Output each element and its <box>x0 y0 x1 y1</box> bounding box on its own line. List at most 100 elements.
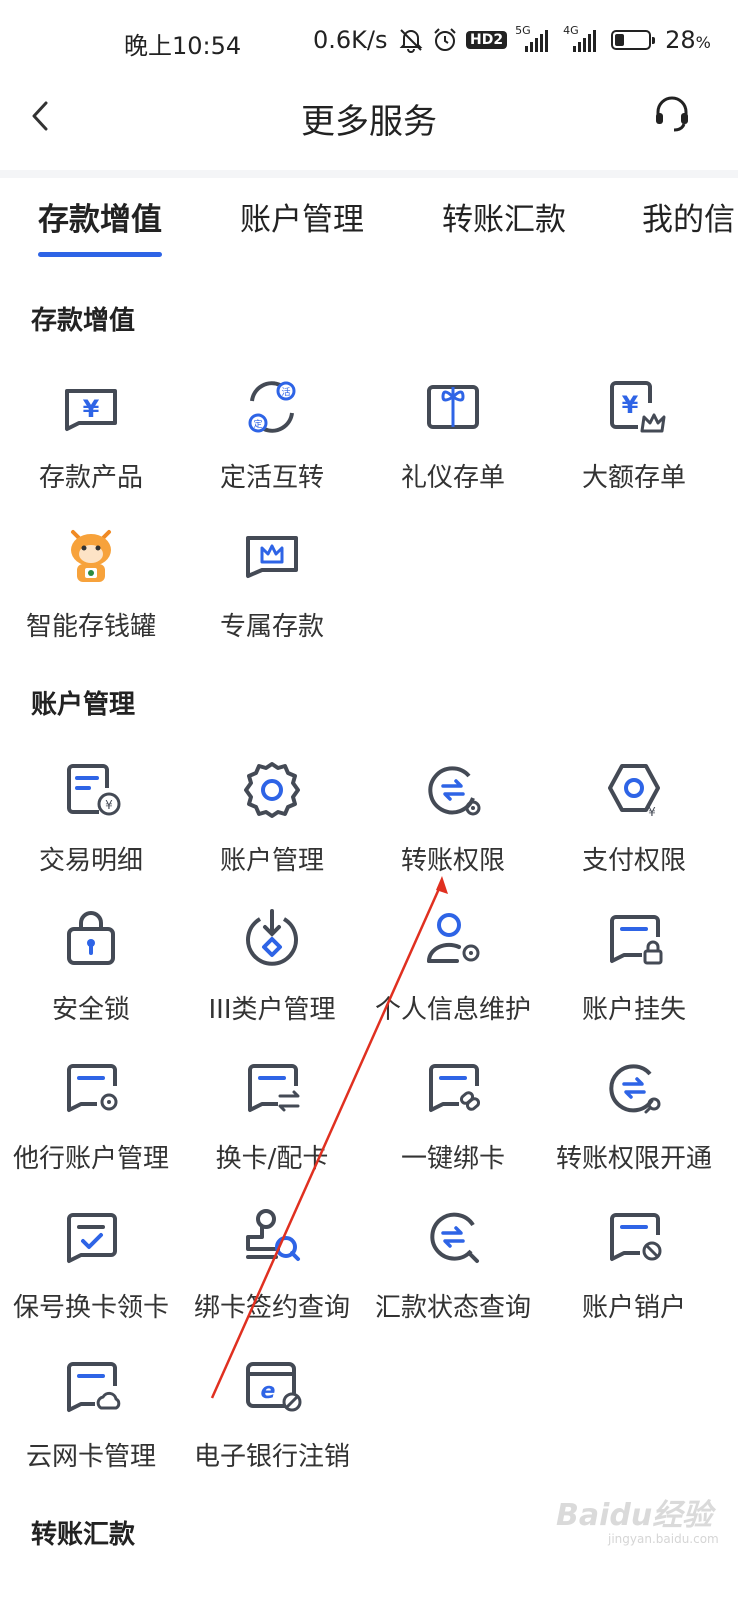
tab-my-credit[interactable]: 我的信 <box>642 194 735 239</box>
grid-item-remittance-status[interactable]: 汇款状态查询 <box>362 1205 544 1324</box>
card-lock-icon <box>610 915 663 965</box>
exchange-fixed-current-icon: 活定 <box>248 381 296 433</box>
hd-badge: HD2 <box>466 31 508 49</box>
grid-item-fixed-current-exchange[interactable]: 活定 定活互转 <box>181 375 363 494</box>
security-lock-icon <box>67 911 115 965</box>
transfer-search-icon <box>609 1064 661 1114</box>
svg-text:活: 活 <box>281 386 290 398</box>
item-label: 一键绑卡 <box>400 1144 505 1174</box>
tab-transfer[interactable]: 转账汇款 <box>442 194 566 239</box>
battery-percent: 28% <box>665 26 711 54</box>
headset-icon <box>656 96 688 132</box>
grid-item-ebank-cancel[interactable]: e 电子银行注销 <box>181 1354 363 1473</box>
grid-item-transfer-permission-activation[interactable]: 转账权限开通 <box>543 1056 725 1175</box>
item-label: 支付权限 <box>581 846 686 876</box>
watermark-url: jingyan.baidu.com <box>608 1532 719 1546</box>
alarm-icon <box>434 28 456 51</box>
transfer-permission-icon <box>428 766 481 816</box>
yuan-card-icon: ¥ <box>65 389 117 431</box>
page-title: 更多服务 <box>301 102 437 142</box>
grid-item-exclusive-deposit[interactable]: 专属存款 <box>181 524 363 643</box>
piggy-bank-mascot-icon <box>71 530 111 582</box>
item-label: III类户管理 <box>208 995 336 1025</box>
category-tabs: 存款增值 账户管理 转账汇款 我的信 <box>0 178 738 264</box>
status-icons: HD2 5G 4G 28% <box>398 24 711 54</box>
transaction-detail-icon: ¥ <box>67 764 121 816</box>
section-title-deposit: 存款增值 <box>31 306 136 336</box>
customer-service-button[interactable] <box>652 94 692 134</box>
network-speed: 0.6K/s <box>313 26 388 54</box>
grid-item-bind-signing-query[interactable]: 绑卡签约查询 <box>181 1205 363 1324</box>
grid-item-gift-certificate[interactable]: 礼仪存单 <box>362 375 544 494</box>
grid-item-cloud-card[interactable]: 云网卡管理 <box>0 1354 182 1473</box>
item-label: 账户挂失 <box>581 995 686 1025</box>
remittance-status-icon <box>430 1212 479 1263</box>
svg-text:e: e <box>261 1379 276 1404</box>
crown-card-icon <box>246 536 298 578</box>
class3-account-icon <box>246 909 298 966</box>
active-tab-indicator <box>38 252 162 257</box>
grid-item-smart-piggy-bank[interactable]: 智能存钱罐 <box>0 524 182 643</box>
signal-5g-icon: 5G <box>515 24 555 54</box>
svg-text:¥: ¥ <box>83 395 100 423</box>
watermark: Baidu经验 <box>556 1498 713 1533</box>
card-link-icon <box>429 1064 481 1112</box>
card-swap-icon <box>248 1064 300 1112</box>
svg-text:¥: ¥ <box>648 805 656 819</box>
item-label: 礼仪存单 <box>400 463 505 493</box>
svg-text:¥: ¥ <box>105 798 113 812</box>
cloud-card-icon <box>67 1362 121 1412</box>
section-title-transfer: 转账汇款 <box>31 1520 136 1550</box>
item-label: 个人信息维护 <box>374 995 531 1025</box>
item-label: 转账权限 <box>400 846 505 876</box>
item-label: 保号换卡领卡 <box>12 1293 169 1323</box>
item-label: 大额存单 <box>581 463 686 493</box>
item-label: 交易明细 <box>38 846 143 876</box>
svg-text:定: 定 <box>253 418 262 430</box>
large-deposit-icon: ¥ <box>610 381 666 433</box>
grid-item-transaction-detail[interactable]: ¥ 交易明细 <box>0 758 182 877</box>
mute-bell-icon <box>399 29 423 53</box>
grid-item-report-loss[interactable]: 账户挂失 <box>543 907 725 1026</box>
gift-certificate-icon <box>427 385 479 429</box>
stamp-search-icon <box>246 1209 300 1261</box>
grid-item-deposit-products[interactable]: ¥ 存款产品 <box>0 375 182 494</box>
tab-deposit[interactable]: 存款增值 <box>38 194 162 239</box>
grid-item-payment-permission[interactable]: ¥ 支付权限 <box>543 758 725 877</box>
grid-item-one-click-bind[interactable]: 一键绑卡 <box>362 1056 544 1175</box>
battery-unit: % <box>695 33 711 52</box>
grid-item-large-deposit[interactable]: ¥ 大额存单 <box>543 375 725 494</box>
grid-item-security-lock[interactable]: 安全锁 <box>0 907 182 1026</box>
item-label: 智能存钱罐 <box>25 612 156 642</box>
payment-permission-icon: ¥ <box>608 764 660 819</box>
item-label: 汇款状态查询 <box>374 1293 531 1323</box>
grid-item-account-management[interactable]: 账户管理 <box>181 758 363 877</box>
tab-account[interactable]: 账户管理 <box>240 194 364 239</box>
item-label: 安全锁 <box>51 995 130 1025</box>
card-gear-icon <box>67 1064 118 1112</box>
user-settings-icon <box>426 913 480 963</box>
grid-item-other-bank-accounts[interactable]: 他行账户管理 <box>0 1056 182 1175</box>
item-label: 账户管理 <box>219 846 324 876</box>
item-label: 云网卡管理 <box>25 1442 156 1472</box>
header-divider <box>0 170 738 178</box>
item-label: 存款产品 <box>38 463 143 493</box>
battery-icon <box>611 30 656 50</box>
grid-item-personal-info[interactable]: 个人信息维护 <box>362 907 544 1026</box>
status-time: 晚上10:54 <box>124 32 242 60</box>
card-cancel-icon <box>610 1213 662 1261</box>
nav-bar: 更多服务 <box>0 84 738 170</box>
item-label: 定活互转 <box>219 463 324 493</box>
grid-item-transfer-permission[interactable]: 转账权限 <box>362 758 544 877</box>
item-label: 转账权限开通 <box>555 1144 712 1174</box>
grid-item-card-replacement[interactable]: 换卡/配卡 <box>181 1056 363 1175</box>
grid-item-class3-account[interactable]: III类户管理 <box>181 907 363 1026</box>
card-check-icon <box>67 1213 117 1263</box>
grid-item-keep-number-card[interactable]: 保号换卡领卡 <box>0 1205 182 1324</box>
signal-4g-icon: 4G <box>563 24 603 54</box>
grid-item-close-account[interactable]: 账户销户 <box>543 1205 725 1324</box>
svg-text:¥: ¥ <box>622 391 639 419</box>
item-label: 他行账户管理 <box>12 1144 169 1174</box>
item-label: 绑卡签约查询 <box>193 1293 350 1323</box>
item-label: 专属存款 <box>219 612 324 642</box>
